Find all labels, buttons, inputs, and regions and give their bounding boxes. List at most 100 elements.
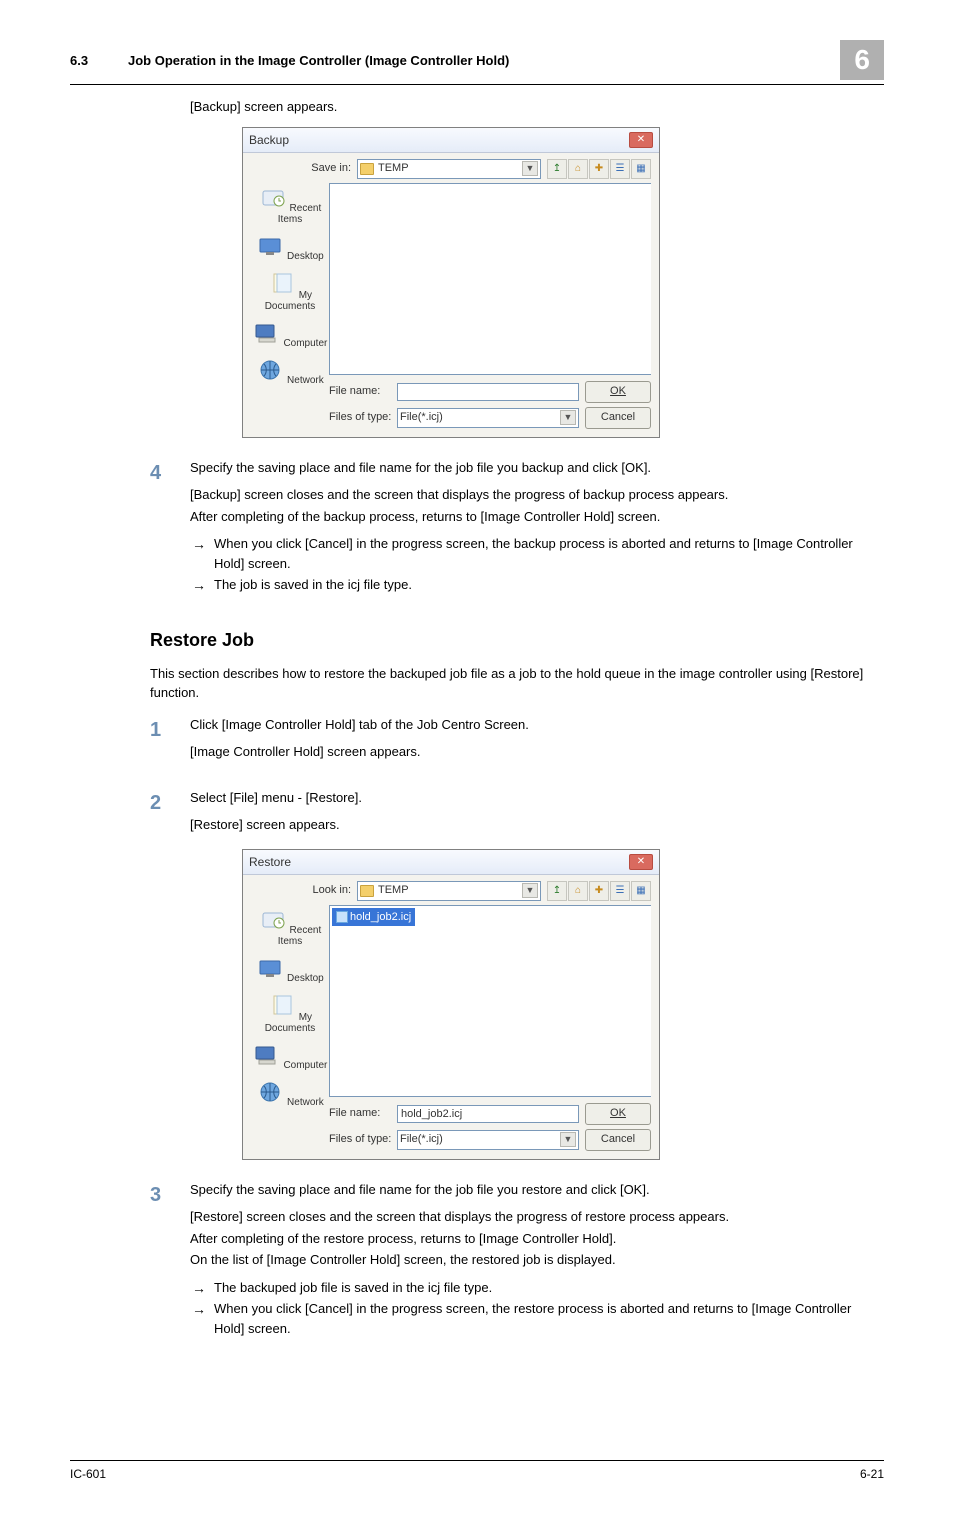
file-list-pane[interactable] (329, 183, 651, 375)
section-title: Job Operation in the Image Controller (I… (128, 53, 840, 68)
backup-dialog-title: Backup (249, 131, 289, 149)
step-1-sub: [Image Controller Hold] screen appears. (190, 742, 884, 762)
home-icon[interactable]: ⌂ (568, 881, 588, 901)
step-3-line3: On the list of [Image Controller Hold] s… (190, 1250, 884, 1270)
page-footer: IC-601 6-21 (70, 1460, 884, 1483)
documents-icon (268, 272, 296, 296)
file-type-combo[interactable]: File(*.icj) ▼ (397, 1130, 579, 1150)
save-in-combo[interactable]: TEMP ▼ (357, 159, 541, 179)
step-3-lead: Specify the saving place and file name f… (190, 1180, 884, 1200)
places-network[interactable]: Network (256, 359, 323, 386)
recent-items-icon (259, 909, 287, 931)
place-label: Network (287, 1097, 324, 1108)
detail-view-icon[interactable]: ▦ (631, 159, 651, 179)
file-type-combo[interactable]: File(*.icj) ▼ (397, 408, 579, 428)
place-label: Desktop (287, 251, 324, 262)
places-recent[interactable]: Recent Items (251, 187, 329, 225)
desktop-icon (256, 235, 284, 257)
places-recent[interactable]: Recent Items (251, 909, 329, 947)
recent-items-icon (259, 187, 287, 209)
restore-dialog: Restore ✕ Look in: TEMP ▼ ↥ ⌂ (242, 849, 660, 1160)
chevron-down-icon[interactable]: ▼ (522, 161, 538, 177)
step-4-bullet1: When you click [Cancel] in the progress … (190, 534, 884, 573)
network-icon (256, 359, 284, 381)
ok-button[interactable]: OK (585, 1103, 651, 1125)
chevron-down-icon[interactable]: ▼ (560, 1132, 576, 1148)
step-1-number: 1 (150, 715, 190, 770)
places-computer[interactable]: Computer (253, 1044, 328, 1071)
places-desktop[interactable]: Desktop (256, 957, 323, 984)
file-name-label: File name: (329, 383, 397, 400)
chevron-down-icon[interactable]: ▼ (560, 410, 576, 426)
place-label: Computer (283, 338, 327, 349)
step-3-line2: After completing of the restore process,… (190, 1229, 884, 1249)
file-name-label: File name: (329, 1105, 397, 1122)
computer-icon (253, 322, 281, 344)
step-3-bullet1: The backuped job file is saved in the ic… (190, 1278, 884, 1298)
places-documents[interactable]: My Documents (265, 994, 316, 1034)
step-3-line1: [Restore] screen closes and the screen t… (190, 1207, 884, 1227)
step-2-sub: [Restore] screen appears. (190, 815, 884, 835)
list-view-icon[interactable]: ☰ (610, 159, 630, 179)
place-label: Computer (283, 1060, 327, 1071)
file-item-selected[interactable]: hold_job2.icj (332, 908, 415, 927)
new-folder-icon[interactable]: ✚ (589, 159, 609, 179)
chapter-number: 6 (840, 40, 884, 80)
save-in-value: TEMP (378, 160, 409, 177)
documents-icon (268, 994, 296, 1018)
step-1-lead: Click [Image Controller Hold] tab of the… (190, 715, 884, 735)
close-button[interactable]: ✕ (629, 132, 653, 148)
home-icon[interactable]: ⌂ (568, 159, 588, 179)
backup-screen-appears-text: [Backup] screen appears. (190, 97, 884, 117)
page-header: 6.3 Job Operation in the Image Controlle… (70, 40, 884, 85)
place-label: Network (287, 375, 324, 386)
list-view-icon[interactable]: ☰ (610, 881, 630, 901)
step-4-number: 4 (150, 458, 190, 597)
cancel-button[interactable]: Cancel (585, 407, 651, 429)
step-4-line2: After completing of the backup process, … (190, 507, 884, 527)
file-type-label: Files of type: (329, 409, 397, 426)
ok-button[interactable]: OK (585, 381, 651, 403)
close-button[interactable]: ✕ (629, 854, 653, 870)
file-name-input[interactable]: hold_job2.icj (397, 1105, 579, 1123)
place-label: Desktop (287, 973, 324, 984)
look-in-value: TEMP (378, 882, 409, 899)
up-folder-icon[interactable]: ↥ (547, 881, 567, 901)
folder-icon (360, 163, 374, 175)
folder-icon (360, 885, 374, 897)
step-2-number: 2 (150, 788, 190, 843)
step-3-number: 3 (150, 1180, 190, 1341)
section-number: 6.3 (70, 53, 128, 68)
restore-dialog-title: Restore (249, 853, 291, 871)
restore-job-heading: Restore Job (150, 627, 884, 654)
detail-view-icon[interactable]: ▦ (631, 881, 651, 901)
new-folder-icon[interactable]: ✚ (589, 881, 609, 901)
places-network[interactable]: Network (256, 1081, 323, 1108)
up-folder-icon[interactable]: ↥ (547, 159, 567, 179)
places-computer[interactable]: Computer (253, 322, 328, 349)
look-in-combo[interactable]: TEMP ▼ (357, 881, 541, 901)
restore-intro: This section describes how to restore th… (150, 664, 884, 703)
footer-left: IC-601 (70, 1465, 106, 1483)
cancel-button[interactable]: Cancel (585, 1129, 651, 1151)
look-in-label: Look in: (301, 882, 351, 899)
computer-icon (253, 1044, 281, 1066)
step-4-lead: Specify the saving place and file name f… (190, 458, 884, 478)
places-documents[interactable]: My Documents (265, 272, 316, 312)
file-icon (336, 911, 348, 923)
footer-right: 6-21 (860, 1465, 884, 1483)
file-name-input[interactable] (397, 383, 579, 401)
file-type-label: Files of type: (329, 1131, 397, 1148)
chevron-down-icon[interactable]: ▼ (522, 883, 538, 899)
desktop-icon (256, 957, 284, 979)
backup-dialog: Backup ✕ Save in: TEMP ▼ ↥ ⌂ (242, 127, 660, 438)
step-2-lead: Select [File] menu - [Restore]. (190, 788, 884, 808)
save-in-label: Save in: (301, 160, 351, 177)
step-4-bullet2: The job is saved in the icj file type. (190, 575, 884, 595)
file-list-pane[interactable]: hold_job2.icj (329, 905, 651, 1097)
places-desktop[interactable]: Desktop (256, 235, 323, 262)
file-type-value: File(*.icj) (400, 409, 443, 426)
file-item-label: hold_job2.icj (350, 911, 411, 923)
step-4-line1: [Backup] screen closes and the screen th… (190, 485, 884, 505)
network-icon (256, 1081, 284, 1103)
